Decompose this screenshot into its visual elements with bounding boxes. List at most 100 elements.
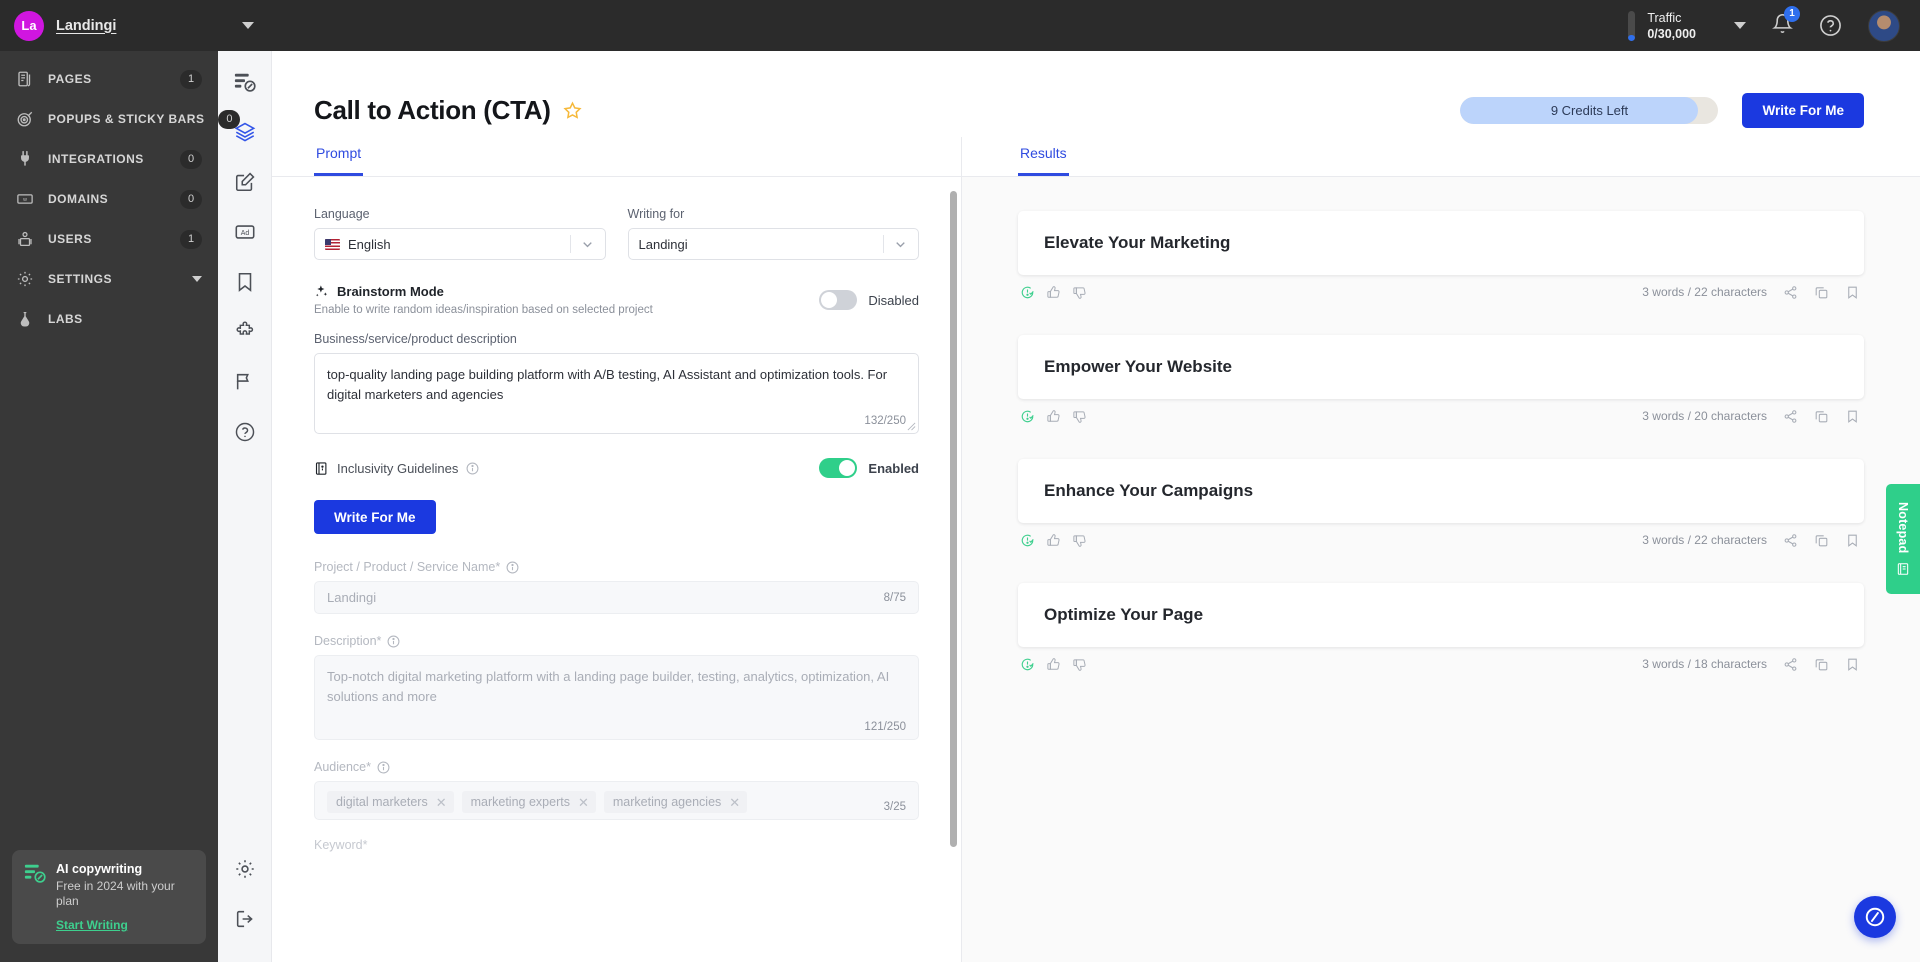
notepad-tab[interactable]: Notepad xyxy=(1886,484,1920,594)
star-icon[interactable] xyxy=(563,101,582,120)
rail-ad-icon[interactable]: Ad xyxy=(230,217,260,247)
chevron-down-icon[interactable] xyxy=(192,276,202,282)
close-icon[interactable]: ✕ xyxy=(436,796,447,809)
info-icon[interactable] xyxy=(377,761,390,774)
thumbs-up-icon[interactable] xyxy=(1046,533,1061,548)
audience-chip[interactable]: digital marketers ✕ xyxy=(327,791,454,813)
result-meta-right: 3 words / 22 characters xyxy=(1642,285,1860,300)
copy-icon[interactable] xyxy=(1814,533,1829,548)
notifications-button[interactable]: 1 xyxy=(1772,5,1800,39)
info-icon[interactable] xyxy=(466,462,479,475)
brand-name[interactable]: Landingi xyxy=(56,18,230,34)
sidebar-item-settings[interactable]: SETTINGS xyxy=(0,259,218,299)
project-name-input[interactable]: Landingi 8/75 xyxy=(314,581,919,614)
share-icon[interactable] xyxy=(1783,285,1798,300)
start-writing-link[interactable]: Start Writing xyxy=(56,918,194,932)
plagiarism-check-icon[interactable] xyxy=(1020,657,1035,672)
sidebar-item-pages[interactable]: PAGES 1 xyxy=(0,59,218,99)
language-select[interactable]: English xyxy=(314,228,606,260)
tab-results[interactable]: Results xyxy=(1018,137,1069,176)
copy-icon[interactable] xyxy=(1814,285,1829,300)
sidebar-item-domains[interactable]: w DOMAINS 0 xyxy=(0,179,218,219)
writing-for-select[interactable]: Landingi xyxy=(627,228,919,260)
scrollbar-thumb[interactable] xyxy=(950,191,957,848)
result-text: Optimize Your Page xyxy=(1044,605,1204,624)
plagiarism-check-icon[interactable] xyxy=(1020,533,1035,548)
info-icon[interactable] xyxy=(506,561,519,574)
write-for-me-header-button[interactable]: Write For Me xyxy=(1742,92,1864,128)
audience-chips[interactable]: digital marketers ✕ marketing experts ✕ … xyxy=(314,781,919,820)
support-chat-fab[interactable] xyxy=(1854,896,1896,938)
share-icon[interactable] xyxy=(1783,657,1798,672)
copy-icon[interactable] xyxy=(1814,409,1829,424)
inclusivity-toggle[interactable] xyxy=(819,458,858,478)
rail-flag-icon[interactable] xyxy=(230,367,260,397)
description-value: Top-notch digital marketing platform wit… xyxy=(327,669,890,704)
thumbs-down-icon[interactable] xyxy=(1072,657,1087,672)
thumbs-down-icon[interactable] xyxy=(1072,285,1087,300)
result-card[interactable]: Optimize Your Page xyxy=(1018,583,1864,647)
traffic-widget[interactable]: Traffic 0/30,000 xyxy=(1628,10,1746,42)
writing-for-value: Landingi xyxy=(638,236,688,252)
prompt-scrollbar[interactable] xyxy=(950,191,957,954)
audience-chip[interactable]: marketing experts ✕ xyxy=(461,791,596,813)
bookmark-icon[interactable] xyxy=(1845,533,1860,548)
bookmark-icon[interactable] xyxy=(1845,285,1860,300)
chevron-down-icon[interactable] xyxy=(894,238,907,251)
inclusivity-left: Inclusivity Guidelines xyxy=(314,461,479,476)
rail-help-circle-icon[interactable] xyxy=(230,417,260,447)
bookmark-icon[interactable] xyxy=(1845,657,1860,672)
brainstorm-toggle-wrap: Disabled xyxy=(819,284,919,310)
sidebar-item-popups[interactable]: POPUPS & STICKY BARS 0 xyxy=(0,99,241,139)
thumbs-up-icon[interactable] xyxy=(1046,409,1061,424)
info-icon[interactable] xyxy=(387,635,400,648)
traffic-chevron-down-icon[interactable] xyxy=(1734,22,1746,29)
chevron-down-icon[interactable] xyxy=(242,22,254,29)
result-card[interactable]: Enhance Your Campaigns xyxy=(1018,459,1864,523)
thumbs-down-icon[interactable] xyxy=(1072,409,1087,424)
rail-bookmark-icon[interactable] xyxy=(230,267,260,297)
page-title: Call to Action (CTA) xyxy=(314,94,551,125)
sidebar-item-integrations[interactable]: INTEGRATIONS 0 xyxy=(0,139,218,179)
traffic-value: 0/30,000 xyxy=(1647,26,1696,41)
ai-copywriting-promo-card[interactable]: AI copywriting Free in 2024 with your pl… xyxy=(12,850,206,944)
share-icon[interactable] xyxy=(1783,533,1798,548)
audience-chip[interactable]: marketing agencies ✕ xyxy=(603,791,748,813)
copy-icon[interactable] xyxy=(1814,657,1829,672)
share-icon[interactable] xyxy=(1783,409,1798,424)
thumbs-up-icon[interactable] xyxy=(1046,285,1061,300)
project-name-counter: 8/75 xyxy=(883,591,906,604)
result-item: Enhance Your Campaigns 3 words / 22 char… xyxy=(1018,459,1864,557)
plagiarism-check-icon[interactable] xyxy=(1020,285,1035,300)
bookmark-icon[interactable] xyxy=(1845,409,1860,424)
rail-logout-icon[interactable] xyxy=(230,904,260,934)
close-icon[interactable]: ✕ xyxy=(578,796,589,809)
rail-puzzle-icon[interactable] xyxy=(230,317,260,347)
business-description-label: Business/service/product description xyxy=(314,332,517,346)
tab-prompt[interactable]: Prompt xyxy=(314,137,364,176)
sidebar-item-users[interactable]: USERS 1 xyxy=(0,219,218,259)
thumbs-up-icon[interactable] xyxy=(1046,657,1061,672)
inclusivity-label: Inclusivity Guidelines xyxy=(337,460,459,476)
rail-ai-writer-icon[interactable] xyxy=(230,67,260,97)
brainstorm-mode-row: Brainstorm Mode Enable to write random i… xyxy=(314,284,919,316)
business-description-textarea[interactable]: top-quality landing page building platfo… xyxy=(314,353,919,434)
thumbs-down-icon[interactable] xyxy=(1072,533,1087,548)
close-icon[interactable]: ✕ xyxy=(729,796,740,809)
project-name-label-row: Project / Product / Service Name* xyxy=(314,560,919,574)
sidebar-item-labs[interactable]: LABS xyxy=(0,299,218,339)
rail-gear-icon[interactable] xyxy=(230,854,260,884)
rail-edit-square-icon[interactable] xyxy=(230,167,260,197)
resize-handle[interactable] xyxy=(907,422,916,431)
write-for-me-form-button[interactable]: Write For Me xyxy=(314,500,436,534)
brand-switcher[interactable]: La Landingi xyxy=(0,0,268,51)
plagiarism-check-icon[interactable] xyxy=(1020,409,1035,424)
description-textarea[interactable]: Top-notch digital marketing platform wit… xyxy=(314,655,919,740)
audience-field: Audience* digital marketers ✕ marketing … xyxy=(314,760,919,852)
brainstorm-toggle[interactable] xyxy=(819,290,858,310)
result-card[interactable]: Empower Your Website xyxy=(1018,335,1864,399)
user-avatar[interactable] xyxy=(1868,9,1900,42)
help-button[interactable] xyxy=(1819,14,1842,37)
chevron-down-icon[interactable] xyxy=(581,238,594,251)
result-card[interactable]: Elevate Your Marketing xyxy=(1018,211,1864,275)
